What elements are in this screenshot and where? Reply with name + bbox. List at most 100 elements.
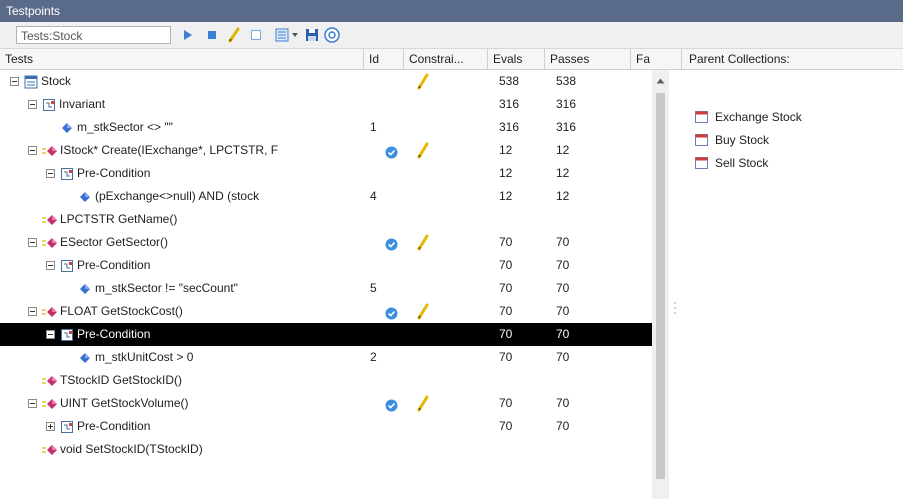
- evals-value: 70: [499, 419, 513, 433]
- collapse-icon[interactable]: [46, 330, 55, 339]
- pencil-icon[interactable]: [416, 234, 430, 251]
- checkmark-badge-icon: [385, 305, 399, 320]
- grip-icon: [674, 302, 676, 314]
- class-icon: [24, 74, 38, 89]
- method-icon: [42, 143, 58, 157]
- collapse-icon[interactable]: [28, 100, 37, 109]
- expand-icon[interactable]: [46, 422, 55, 431]
- passes-value: 12: [556, 143, 570, 157]
- collection-label: Buy Stock: [715, 133, 770, 147]
- header-fails[interactable]: Fa: [631, 49, 669, 70]
- tree-row[interactable]: TStockID GetStockID(): [0, 369, 652, 392]
- pencil-icon[interactable]: [416, 142, 430, 159]
- collapse-icon[interactable]: [10, 77, 19, 86]
- collapse-icon[interactable]: [46, 169, 55, 178]
- tree-row[interactable]: ESector GetSector() 70 70: [0, 231, 652, 254]
- tree-row[interactable]: m_stkSector <> "" 1 316 316: [0, 116, 652, 139]
- tree-row[interactable]: m_stkUnitCost > 0 2 70 70: [0, 346, 652, 369]
- evals-value: 70: [499, 258, 513, 272]
- constraint-group-icon: [60, 258, 74, 272]
- constraint-icon: [78, 281, 92, 295]
- test-name: (pExchange<>null) AND (stock: [95, 189, 260, 203]
- collapse-icon[interactable]: [28, 146, 37, 155]
- tree-row[interactable]: LPCTSTR GetName(): [0, 208, 652, 231]
- evals-value: 538: [499, 74, 520, 88]
- checkmark-badge-icon: [385, 144, 399, 159]
- constraint-group-icon: [42, 97, 56, 111]
- scrollbar-thumb[interactable]: [656, 93, 665, 479]
- passes-value: 12: [556, 189, 570, 203]
- test-name: TStockID GetStockID(): [60, 373, 183, 387]
- method-icon: [42, 235, 58, 249]
- test-name: m_stkSector != "secCount": [95, 281, 238, 295]
- method-icon: [42, 373, 58, 387]
- evals-value: 12: [499, 189, 513, 203]
- collapse-icon[interactable]: [28, 399, 37, 408]
- evals-value: 70: [499, 281, 513, 295]
- collapse-icon[interactable]: [28, 307, 37, 316]
- tree-row[interactable]: (pExchange<>null) AND (stock 4 12 12: [0, 185, 652, 208]
- collection-icon: [695, 111, 708, 123]
- collection-item[interactable]: Buy Stock: [695, 129, 770, 152]
- collapse-icon[interactable]: [46, 261, 55, 270]
- test-name: LPCTSTR GetName(): [60, 212, 178, 226]
- dropdown-icon[interactable]: [290, 27, 300, 43]
- search-input[interactable]: Tests:Stock: [16, 26, 171, 44]
- tree-row[interactable]: Invariant 316 316: [0, 93, 652, 116]
- tree-row[interactable]: Pre-Condition 70 70: [0, 254, 652, 277]
- run-icon[interactable]: [180, 27, 196, 43]
- test-name: UINT GetStockVolume(): [60, 396, 189, 410]
- collection-item[interactable]: Exchange Stock: [695, 106, 802, 129]
- passes-value: 70: [556, 304, 570, 318]
- save-icon[interactable]: [304, 27, 320, 43]
- report-icon[interactable]: [274, 27, 290, 43]
- options-icon[interactable]: [324, 27, 340, 43]
- test-name: m_stkUnitCost > 0: [95, 350, 194, 364]
- evals-value: 12: [499, 166, 513, 180]
- header-id[interactable]: Id: [364, 49, 404, 70]
- tree-row[interactable]: IStock* Create(IExchange*, LPCTSTR, F 12 1…: [0, 139, 652, 162]
- tree-row[interactable]: Pre-Condition 70 70: [0, 323, 652, 346]
- tree-row[interactable]: Pre-Condition 12 12: [0, 162, 652, 185]
- pane-splitter[interactable]: [669, 70, 681, 499]
- header-constraints[interactable]: Constrai...: [404, 49, 488, 70]
- collection-icon: [695, 157, 708, 169]
- test-id: 5: [370, 281, 377, 295]
- toolbar: Tests:Stock: [0, 22, 903, 48]
- header-passes[interactable]: Passes: [545, 49, 631, 70]
- evals-value: 70: [499, 396, 513, 410]
- method-icon: [42, 304, 58, 318]
- method-icon: [42, 442, 58, 456]
- constraint-group-icon: [60, 419, 74, 433]
- stop-icon[interactable]: [204, 27, 220, 43]
- edit-icon[interactable]: [226, 27, 242, 43]
- checkbox-icon[interactable]: [248, 27, 264, 43]
- test-name: void SetStockID(TStockID): [60, 442, 203, 456]
- collection-label: Exchange Stock: [715, 110, 802, 124]
- test-name: m_stkSector <> "": [77, 120, 173, 134]
- header-evals[interactable]: Evals: [488, 49, 545, 70]
- test-id: 2: [370, 350, 377, 364]
- tree-row[interactable]: m_stkSector != "secCount" 5 70 70: [0, 277, 652, 300]
- test-name: Pre-Condition: [77, 419, 151, 433]
- tree-row[interactable]: void SetStockID(TStockID): [0, 438, 652, 461]
- method-icon: [42, 396, 58, 410]
- collection-item[interactable]: Sell Stock: [695, 152, 768, 175]
- tree-row[interactable]: Stock 538 538: [0, 70, 652, 93]
- passes-value: 12: [556, 166, 570, 180]
- pencil-icon[interactable]: [416, 73, 430, 90]
- column-headers: Tests Id Constrai... Evals Passes Fa Par…: [0, 48, 903, 70]
- tree-row[interactable]: FLOAT GetStockCost() 70 70: [0, 300, 652, 323]
- pencil-icon[interactable]: [416, 395, 430, 412]
- header-tests[interactable]: Tests: [0, 49, 364, 70]
- evals-value: 70: [499, 235, 513, 249]
- scroll-up-icon: [656, 78, 665, 84]
- collapse-icon[interactable]: [28, 238, 37, 247]
- evals-value: 316: [499, 97, 520, 111]
- vertical-scrollbar[interactable]: [652, 70, 669, 499]
- passes-value: 70: [556, 327, 570, 341]
- tree-row[interactable]: Pre-Condition 70 70: [0, 415, 652, 438]
- tree-row[interactable]: UINT GetStockVolume() 70 70: [0, 392, 652, 415]
- pencil-icon[interactable]: [416, 303, 430, 320]
- passes-value: 70: [556, 419, 570, 433]
